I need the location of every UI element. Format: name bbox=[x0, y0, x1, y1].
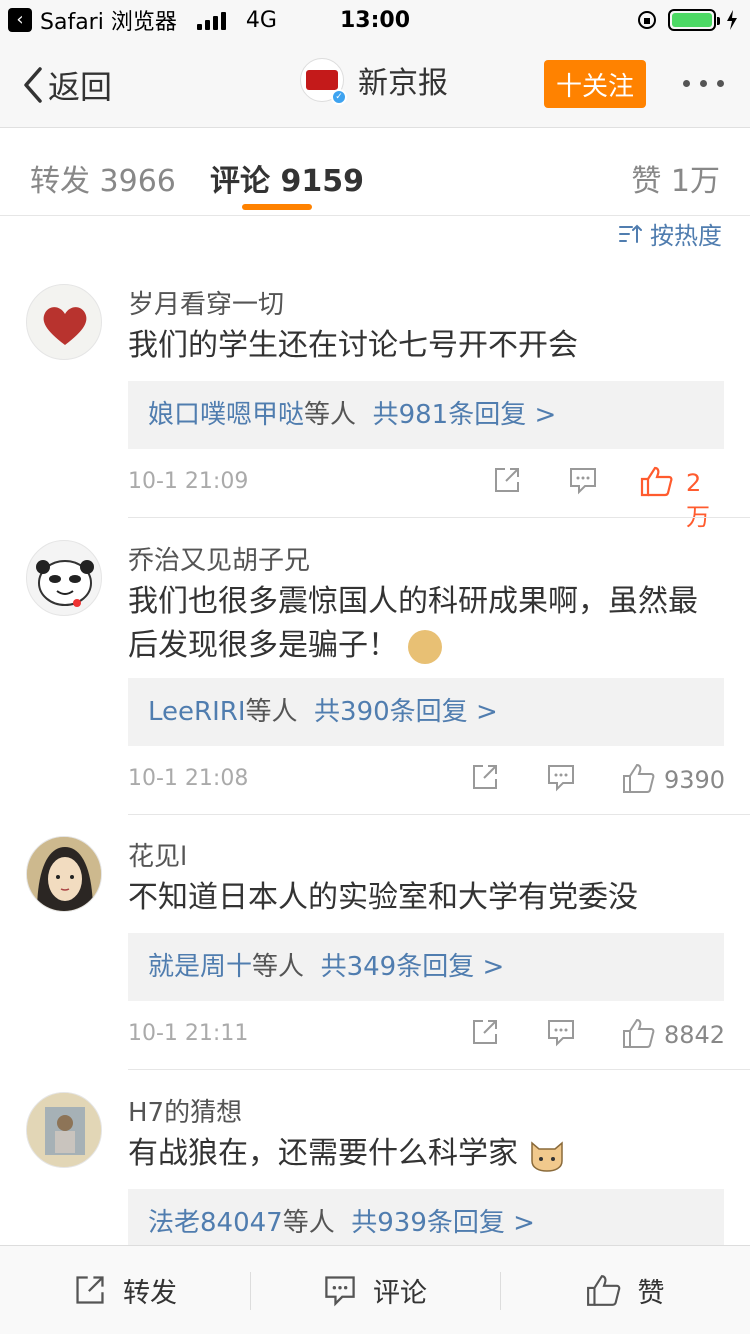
status-left: ‹ Safari 浏览器 4G bbox=[0, 4, 277, 36]
reply-summary[interactable]: LeeRIRI等人 共390条回复 > bbox=[128, 678, 724, 746]
sort-button[interactable]: 按热度 bbox=[618, 216, 722, 251]
like-count: 9390 bbox=[664, 766, 726, 794]
comment-text: 不知道日本人的实验室和大学有党委没 bbox=[128, 880, 638, 915]
avatar[interactable] bbox=[26, 540, 102, 616]
comment-icon bbox=[325, 1276, 355, 1307]
network-label: 4G bbox=[245, 7, 277, 33]
thumbs-up-icon[interactable] bbox=[622, 1017, 656, 1049]
comment-username[interactable]: 乔治又见胡子兄 bbox=[128, 540, 310, 577]
comment-time: 10-1 21:08 bbox=[128, 766, 249, 791]
comment-text-body: 有战狼在，还需要什么科学家 bbox=[128, 1136, 518, 1171]
like-button[interactable]: 赞 bbox=[500, 1246, 750, 1334]
comment-icon[interactable] bbox=[568, 465, 598, 495]
share-icon bbox=[76, 1276, 104, 1304]
sort-icon bbox=[619, 224, 642, 243]
reply-count[interactable]: 共390条回复 > bbox=[314, 697, 498, 727]
photo-avatar-icon bbox=[27, 1093, 101, 1167]
comment-divider bbox=[128, 814, 750, 815]
status-right bbox=[636, 9, 738, 31]
tab-bar: 转发 3966 评论 9159 赞 1万 bbox=[0, 128, 750, 216]
carrier-label: Safari 浏览器 bbox=[40, 10, 177, 35]
comment-username[interactable]: H7的猜想 bbox=[128, 1092, 242, 1129]
comment-meta: 10-1 21:09 2万 bbox=[128, 465, 724, 531]
heart-icon bbox=[43, 307, 87, 345]
comment-icon[interactable] bbox=[546, 1017, 576, 1047]
reply-etc: 等人 bbox=[245, 697, 298, 727]
reply-names[interactable]: 娘口噗嗯甲哒 bbox=[148, 400, 304, 430]
thumbs-up-icon bbox=[586, 1275, 620, 1306]
comment-username[interactable]: 岁月看穿一切 bbox=[128, 284, 284, 321]
account-header[interactable]: ✓ 新京报 bbox=[300, 58, 448, 105]
avatar[interactable] bbox=[26, 1092, 102, 1168]
like-label: 赞 bbox=[637, 1277, 665, 1309]
bottom-action-bar: 转发 评论 赞 bbox=[0, 1245, 750, 1334]
comment-text: 我们的学生还在讨论七号开不开会 bbox=[128, 328, 578, 363]
reply-names[interactable]: LeeRIRI bbox=[148, 697, 246, 727]
comment-text: 有战狼在，还需要什么科学家 bbox=[128, 1132, 718, 1176]
signal-icon bbox=[196, 10, 226, 30]
like-count: 2万 bbox=[686, 469, 710, 531]
reply-count[interactable]: 共349条回复 > bbox=[321, 952, 505, 982]
reply-names[interactable]: 法老84047 bbox=[148, 1208, 283, 1238]
repost-button[interactable]: 转发 bbox=[0, 1246, 250, 1334]
comment-icon[interactable] bbox=[546, 762, 576, 792]
orientation-lock-icon bbox=[638, 11, 656, 29]
comment-username[interactable]: 花见l bbox=[128, 836, 187, 873]
avatar[interactable] bbox=[26, 836, 102, 912]
thumbs-up-icon[interactable] bbox=[640, 465, 674, 497]
chevron-left-icon bbox=[24, 67, 42, 103]
share-icon[interactable] bbox=[470, 762, 500, 792]
cat-emoji-icon bbox=[530, 1140, 563, 1172]
comment-divider bbox=[128, 517, 750, 518]
avatar[interactable] bbox=[26, 284, 102, 360]
reply-summary[interactable]: 就是周十等人 共349条回复 > bbox=[128, 933, 724, 1001]
share-icon[interactable] bbox=[470, 1017, 500, 1047]
account-name: 新京报 bbox=[358, 66, 448, 101]
comment-meta: 10-1 21:11 8842 bbox=[128, 1017, 726, 1057]
tab-reposts[interactable]: 转发 3966 bbox=[30, 156, 176, 200]
comment-divider bbox=[128, 1069, 750, 1070]
comment-button[interactable]: 评论 bbox=[250, 1246, 500, 1334]
verified-badge-icon: ✓ bbox=[331, 89, 347, 105]
comment-time: 10-1 21:11 bbox=[128, 1021, 249, 1046]
comment-text: 我们也很多震惊国人的科研成果啊，虽然最后发现很多是骗子！ bbox=[128, 580, 718, 668]
tab-comments[interactable]: 评论 9159 bbox=[210, 156, 364, 200]
status-bar: ‹ Safari 浏览器 4G 13:00 bbox=[0, 0, 750, 40]
like-count: 8842 bbox=[664, 1021, 726, 1049]
back-to-app-icon[interactable]: ‹ bbox=[8, 8, 32, 32]
account-avatar[interactable]: ✓ bbox=[300, 58, 347, 105]
newspaper-logo-icon bbox=[306, 70, 338, 90]
charging-icon bbox=[727, 10, 737, 30]
reply-summary[interactable]: 娘口噗嗯甲哒等人 共981条回复 > bbox=[128, 381, 724, 449]
sort-label: 按热度 bbox=[650, 222, 722, 250]
reply-count[interactable]: 共939条回复 > bbox=[351, 1208, 535, 1238]
anime-avatar-icon bbox=[27, 837, 101, 911]
nav-bar: 返回 ✓ 新京报 十关注 bbox=[0, 40, 750, 128]
tab-likes[interactable]: 赞 1万 bbox=[631, 156, 720, 200]
thumbs-up-icon[interactable] bbox=[622, 762, 656, 794]
back-button[interactable]: 返回 bbox=[20, 62, 112, 108]
comment-time: 10-1 21:09 bbox=[128, 469, 249, 494]
share-icon[interactable] bbox=[492, 465, 522, 495]
reply-etc: 等人 bbox=[304, 400, 357, 430]
back-label: 返回 bbox=[48, 68, 113, 106]
more-options-icon[interactable] bbox=[683, 80, 724, 87]
doge-emoji-icon bbox=[407, 629, 442, 664]
repost-label: 转发 bbox=[123, 1277, 177, 1309]
follow-button[interactable]: 十关注 bbox=[544, 60, 646, 108]
reply-etc: 等人 bbox=[252, 952, 305, 982]
reply-etc: 等人 bbox=[282, 1208, 335, 1238]
comment-meta: 10-1 21:08 9390 bbox=[128, 762, 726, 802]
active-tab-indicator bbox=[242, 204, 312, 210]
battery-icon bbox=[668, 9, 720, 31]
reply-names[interactable]: 就是周十 bbox=[148, 952, 252, 982]
reply-count[interactable]: 共981条回复 > bbox=[373, 400, 557, 430]
comment-label: 评论 bbox=[373, 1277, 427, 1309]
panda-meme-icon bbox=[36, 560, 94, 607]
